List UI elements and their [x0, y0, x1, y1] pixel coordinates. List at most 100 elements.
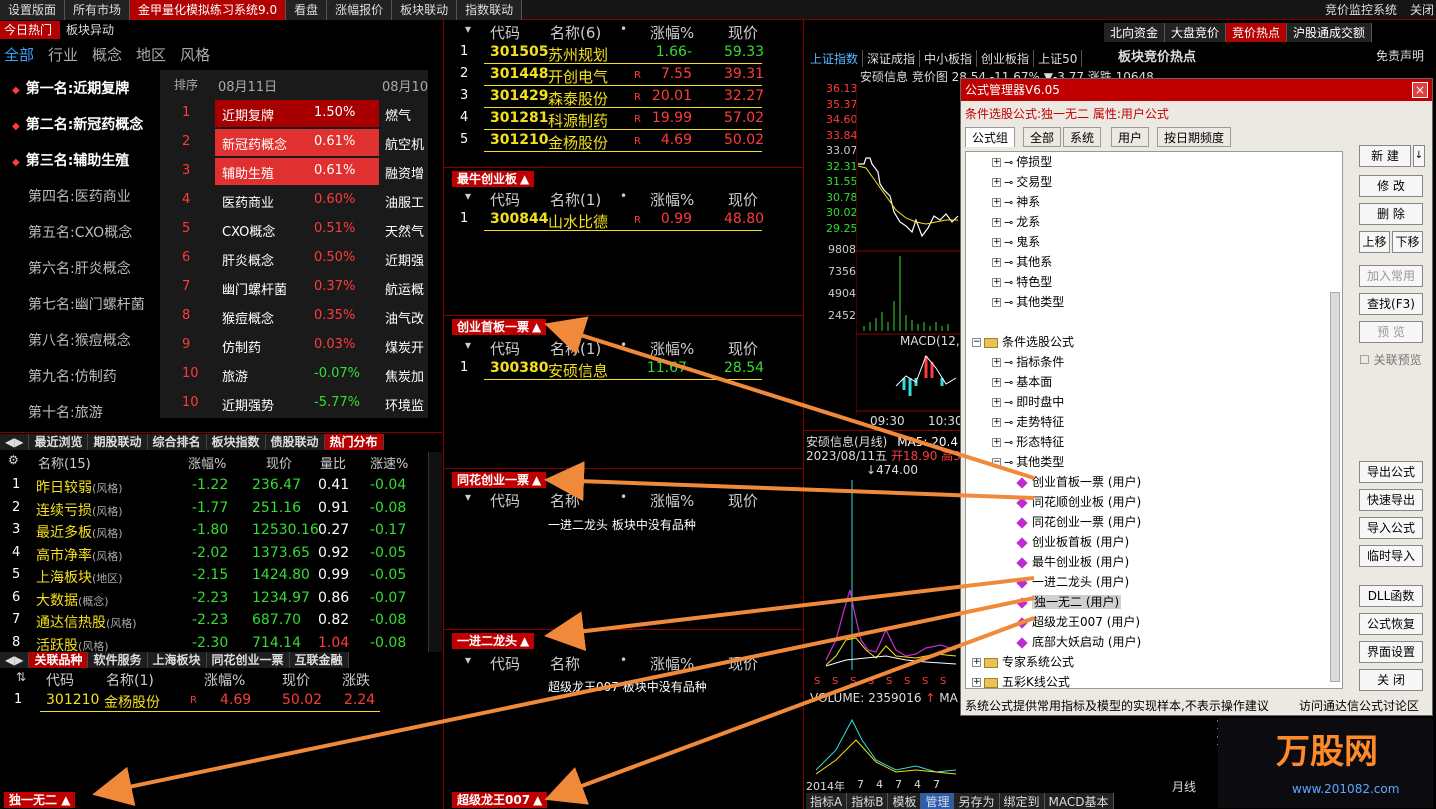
tree-user-formula[interactable]: 一进二龙头 (用户) — [1016, 572, 1129, 592]
panel-title-p2[interactable]: 创业首板一票 ▲ — [452, 319, 547, 335]
dialog-button-6[interactable]: 查找(F3) — [1359, 293, 1423, 315]
mid-tab-5[interactable]: 热门分布 — [324, 434, 384, 450]
expand-icon[interactable]: + — [972, 678, 981, 687]
rank-row-next[interactable]: 环境监 — [385, 395, 424, 414]
right-tab-1[interactable]: 大盘竞价 — [1165, 23, 1227, 42]
dialog-button-bottom-6[interactable]: 界面设置 — [1359, 641, 1423, 663]
dialog-tab-1[interactable]: 全部 — [1023, 127, 1062, 147]
rank-row-name[interactable]: 医药商业 — [222, 192, 274, 211]
dialog-button-bottom-5[interactable]: 公式恢复 — [1359, 613, 1423, 635]
expand-icon[interactable]: + — [992, 418, 1001, 427]
index-tab-1[interactable]: 深证成指 — [863, 50, 921, 67]
new-dropdown-icon[interactable]: ↓ — [1413, 145, 1425, 167]
index-tab-2[interactable]: 中小板指 — [920, 50, 978, 67]
collapse-icon[interactable]: − — [972, 338, 981, 347]
rank-row-next[interactable]: 煤炭开 — [385, 337, 424, 356]
chart-tab-4[interactable]: 另存为 — [954, 793, 1000, 809]
mid-tab-4[interactable]: 债股联动 — [265, 434, 325, 450]
tree-item[interactable]: + ⊸ 形态特征 — [992, 432, 1064, 452]
category-tab-4[interactable]: 风格 — [180, 44, 210, 65]
index-tab-4[interactable]: 上证50 — [1034, 50, 1083, 67]
chart-tab-2[interactable]: 模板 — [888, 793, 922, 809]
hot-row[interactable]: 7 通达信热股(风格) -2.23 687.70 0.82 -0.08 — [4, 610, 428, 632]
bottom-tab-0[interactable]: 关联品种 — [29, 652, 89, 668]
expand-icon[interactable]: + — [992, 238, 1001, 247]
dialog-tab-2[interactable]: 系统 — [1063, 127, 1102, 147]
right-tab-0[interactable]: 北向资金 — [1104, 23, 1166, 42]
tree-user-formula[interactable]: 独一无二 (用户) — [1016, 592, 1122, 612]
hot-row[interactable]: 1 昨日较弱(风格) -1.22 236.47 0.41 -0.04 — [4, 475, 428, 497]
rank-row-name[interactable]: 近期复牌 — [222, 105, 274, 124]
sort-icon[interactable]: ⇅ — [16, 670, 26, 684]
rank-row-next[interactable]: 航运概 — [385, 279, 424, 298]
rank-row-name[interactable]: CXO概念 — [222, 221, 275, 240]
expand-icon[interactable]: + — [992, 398, 1001, 407]
bottom-tab-1[interactable]: 软件服务 — [88, 652, 148, 668]
rank-row-next[interactable]: 融资增 — [385, 163, 424, 182]
bottom-tab-2[interactable]: 上海板块 — [147, 652, 207, 668]
expand-icon[interactable]: + — [992, 198, 1001, 207]
rank-row-name[interactable]: 仿制药 — [222, 337, 261, 356]
bottom-tab-4[interactable]: 互联金融 — [289, 652, 349, 668]
panel-title-p1[interactable]: 最牛创业板 ▲ — [452, 171, 535, 187]
mid-tab-3[interactable]: 板块指数 — [206, 434, 266, 450]
panel-p2-row-code[interactable]: 300380 — [490, 360, 548, 376]
tree-user-formula[interactable]: 超级龙王007 (用户) — [1016, 612, 1140, 632]
rank-row-name[interactable]: 近期强势 — [222, 395, 274, 414]
right-tab-2[interactable]: 竞价热点 — [1226, 23, 1288, 42]
tree-item[interactable]: + ⊸ 特色型 — [992, 272, 1052, 292]
link-preview-checkbox[interactable]: ☐ 关联预览 — [1359, 351, 1422, 368]
expand-icon[interactable]: + — [992, 258, 1001, 267]
dialog-button-bottom-2[interactable]: 导入公式 — [1359, 517, 1423, 539]
rank-row-name[interactable]: 肝炎概念 — [222, 250, 274, 269]
tab-today-hot[interactable]: 今日热门 — [0, 21, 60, 39]
dialog-close-icon[interactable]: × — [1412, 82, 1428, 98]
top-tab-3[interactable]: 看盘 — [286, 0, 328, 20]
rank-item-9[interactable]: 第九名:仿制药 — [12, 366, 117, 386]
rank-row-name[interactable]: 新冠药概念 — [222, 134, 287, 153]
move-down-button[interactable]: 下移 — [1392, 231, 1423, 253]
tree-item[interactable]: + ⊸ 基本面 — [992, 372, 1052, 392]
expand-icon[interactable]: + — [992, 358, 1001, 367]
tree-item[interactable]: + ⊸ 指标条件 — [992, 352, 1064, 372]
dialog-button-2[interactable]: 删 除 — [1359, 203, 1423, 225]
panel-top-row-name[interactable]: 金杨股份 — [548, 132, 608, 153]
mid-tab-2[interactable]: 综合排名 — [147, 434, 207, 450]
monitor-system-link[interactable]: 竞价监控系统 — [1325, 0, 1397, 20]
expand-icon[interactable]: + — [992, 438, 1001, 447]
tree-item[interactable]: + ⊸ 交易型 — [992, 172, 1052, 192]
tree-user-formula[interactable]: 同花创业一票 (用户) — [1016, 512, 1141, 532]
rank-item-8[interactable]: 第八名:猴痘概念 — [12, 330, 131, 350]
dialog-tab-4[interactable]: 按日期频度 — [1157, 127, 1232, 147]
expand-icon[interactable]: + — [992, 158, 1001, 167]
panel-top-row-code[interactable]: 301448 — [490, 66, 548, 82]
tree-item[interactable]: + ⊸ 其他类型 — [992, 292, 1064, 312]
category-tab-3[interactable]: 地区 — [136, 44, 166, 65]
chart-tab-3[interactable]: 管理 — [921, 793, 955, 809]
dialog-tab-3[interactable]: 用户 — [1111, 127, 1150, 147]
dialog-button-7[interactable]: 预 览 — [1359, 321, 1423, 343]
tree-item[interactable]: + ⊸ 其他系 — [992, 252, 1052, 272]
top-tab-5[interactable]: 板块联动 — [392, 0, 458, 20]
hot-row[interactable]: 5 上海板块(地区) -2.15 1424.80 0.99 -0.05 — [4, 565, 428, 587]
right-tab-3[interactable]: 沪股通成交额 — [1287, 23, 1373, 42]
rank-row-next[interactable]: 焦炭加 — [385, 366, 424, 385]
related-row-name[interactable]: 金杨股份 — [104, 692, 160, 712]
chart-tab-1[interactable]: 指标B — [847, 793, 889, 809]
bottom-tab-3[interactable]: 同花创业一票 — [206, 652, 290, 668]
panel-top-row-code[interactable]: 301281 — [490, 110, 548, 126]
tree-user-formula[interactable]: 最牛创业板 (用户) — [1016, 552, 1129, 572]
panel-p1-row-code[interactable]: 300844 — [490, 211, 548, 227]
top-tab-0[interactable]: 设置版面 — [0, 0, 66, 20]
hot-col-header-3[interactable]: 量比 — [320, 453, 346, 472]
panel-p2-row-name[interactable]: 安硕信息 — [548, 360, 608, 381]
panel-title-super-dragon[interactable]: 超级龙王007 ▲ — [452, 792, 548, 808]
panel-top-row-code[interactable]: 301429 — [490, 88, 548, 104]
rank-row-next[interactable]: 近期强 — [385, 250, 424, 269]
rank-item-1[interactable]: ◆ 第一名:近期复牌 — [12, 78, 129, 98]
rank-item-2[interactable]: ◆ 第二名:新冠药概念 — [12, 114, 143, 134]
hot-col-header-4[interactable]: 涨速% — [370, 453, 408, 472]
dialog-button-bottom-3[interactable]: 临时导入 — [1359, 545, 1423, 567]
forum-link[interactable]: 访问通达信公式讨论区 — [1299, 697, 1419, 714]
disclaimer-link[interactable]: 免责声明 — [1376, 47, 1424, 64]
